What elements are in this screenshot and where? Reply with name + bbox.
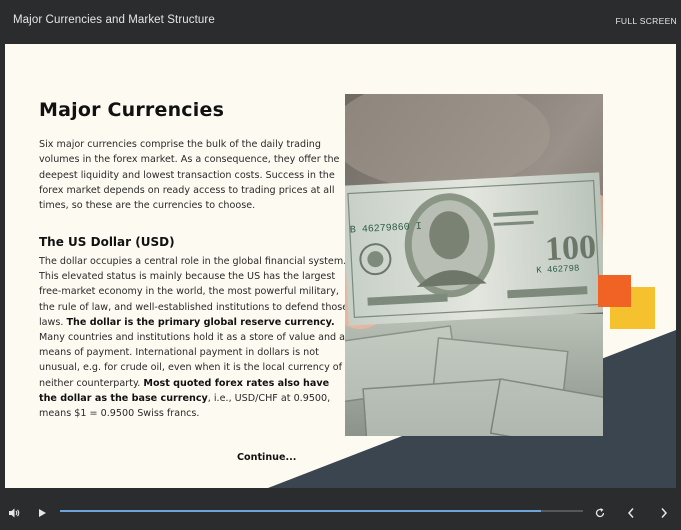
player-header: Major Currencies and Market Structure FU… [0,0,681,43]
dollar-bills-image: B 46279860 I K 462798 100 [345,94,603,436]
course-title: Major Currencies and Market Structure [13,14,215,26]
slide-canvas: Major Currencies Six major currencies co… [5,44,676,488]
usd-bold-reserve: The dollar is the primary global reserve… [66,316,335,328]
progress-bar-fill [60,510,542,512]
usd-subheading: The US Dollar (USD) [39,235,175,249]
volume-icon [9,508,20,518]
play-icon [39,509,46,517]
replay-button[interactable] [591,496,609,530]
player-controls [0,496,681,530]
volume-button[interactable] [4,496,24,530]
fullscreen-button[interactable]: FULL SCREEN [615,16,677,26]
play-button[interactable] [33,496,51,530]
note-denomination: 100 [544,229,597,269]
previous-slide-icon [627,508,634,518]
next-slide-button[interactable] [655,496,673,530]
continue-button[interactable]: Continue... [237,452,296,463]
orange-accent-square [598,275,631,307]
progress-bar[interactable] [60,510,583,512]
slide-heading: Major Currencies [39,99,225,121]
previous-slide-button[interactable] [622,496,640,530]
intro-paragraph: Six major currencies comprise the bulk o… [39,139,340,212]
dollar-bills-photo: B 46279860 I K 462798 100 [345,94,603,436]
replay-icon [595,508,605,518]
next-slide-icon [661,508,668,518]
usd-paragraph: The dollar occupies a central role in th… [39,254,349,421]
